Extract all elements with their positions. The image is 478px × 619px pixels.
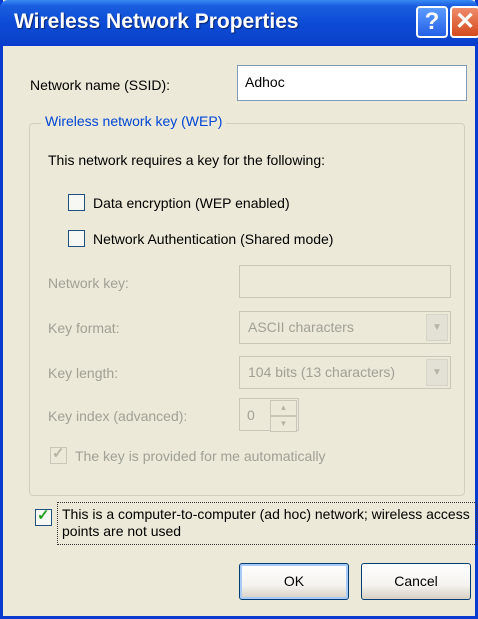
network-key-input[interactable]	[239, 265, 451, 298]
network-authentication-checkbox[interactable]	[68, 230, 85, 247]
key-format-value: ASCII characters	[248, 319, 354, 335]
auto-key-checkbox[interactable]: ✓	[50, 445, 67, 464]
wireless-network-properties-dialog: Wireless Network Properties ? ✕ Network …	[0, 0, 478, 619]
spin-down-icon[interactable]: ▼	[270, 416, 297, 432]
adhoc-label: This is a computer-to-computer (ad hoc) …	[62, 506, 470, 539]
adhoc-label-focus[interactable]: This is a computer-to-computer (ad hoc) …	[57, 502, 477, 545]
chevron-down-icon[interactable]: ▼	[426, 359, 448, 386]
key-length-select[interactable]: 104 bits (13 characters) ▼	[239, 356, 451, 389]
close-button[interactable]: ✕	[450, 6, 478, 38]
close-icon: ✕	[454, 8, 476, 35]
key-format-label: Key format:	[48, 320, 120, 336]
checkmark-icon: ✓	[37, 507, 50, 524]
title-bar[interactable]: Wireless Network Properties ? ✕	[0, 0, 478, 46]
cancel-button[interactable]: Cancel	[361, 563, 471, 600]
key-length-label: Key length:	[48, 365, 119, 381]
ok-button[interactable]: OK	[239, 563, 349, 600]
auto-key-label: The key is provided for me automatically	[75, 448, 326, 464]
wep-intro-text: This network requires a key for the foll…	[48, 152, 326, 168]
network-key-label: Network key:	[48, 275, 129, 291]
network-name-label: Network name (SSID):	[30, 77, 171, 93]
help-icon: ?	[424, 8, 440, 35]
key-length-value: 104 bits (13 characters)	[248, 364, 396, 380]
data-encryption-checkbox[interactable]	[68, 194, 85, 211]
network-authentication-label: Network Authentication (Shared mode)	[93, 231, 334, 247]
window-title: Wireless Network Properties	[14, 10, 299, 33]
chevron-down-icon[interactable]: ▼	[426, 314, 448, 341]
spin-up-icon[interactable]: ▲	[270, 400, 297, 416]
key-index-label: Key index (advanced):	[48, 408, 188, 424]
wep-group-legend: Wireless network key (WEP)	[41, 113, 227, 129]
wep-group-box	[29, 123, 465, 496]
key-index-value: 0	[247, 407, 255, 423]
adhoc-checkbox[interactable]: ✓	[35, 507, 52, 526]
help-button[interactable]: ?	[416, 6, 448, 38]
key-format-select[interactable]: ASCII characters ▼	[239, 311, 451, 344]
data-encryption-label: Data encryption (WEP enabled)	[93, 195, 290, 211]
network-name-input[interactable]: Adhoc	[237, 65, 467, 101]
checkmark-icon: ✓	[52, 445, 65, 462]
